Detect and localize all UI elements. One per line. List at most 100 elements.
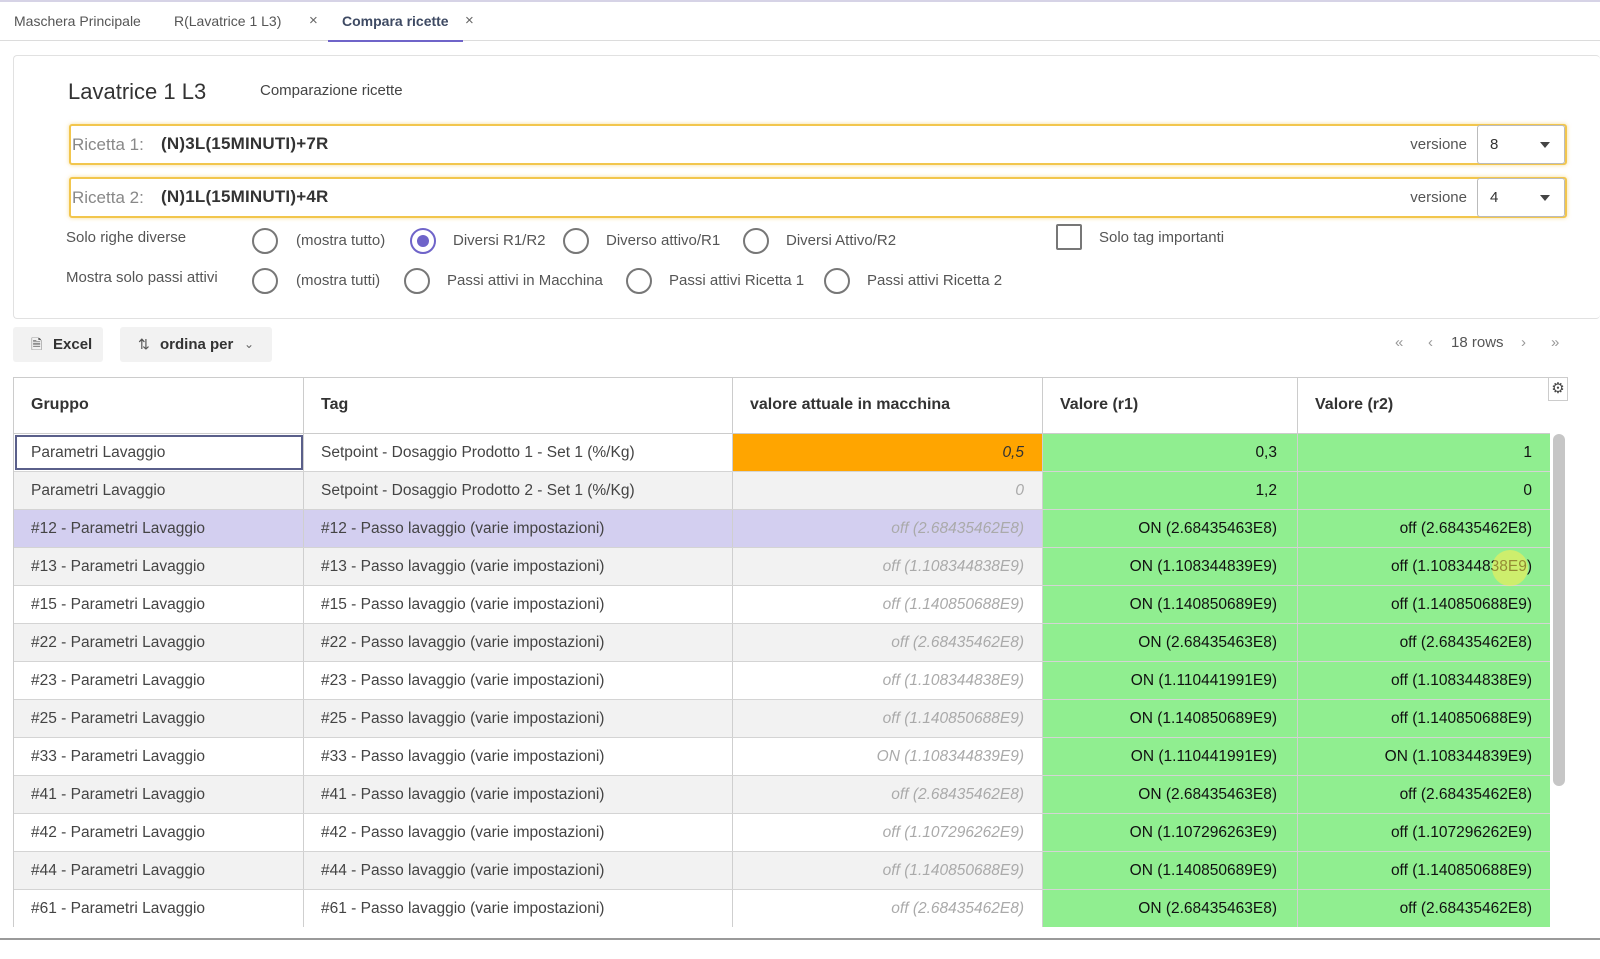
cell-r1-value[interactable]: 0,3 <box>1043 434 1298 471</box>
cell-current-value[interactable]: off (2.68435462E8) <box>733 510 1043 547</box>
cell-tag[interactable]: #25 - Passo lavaggio (varie impostazioni… <box>304 700 733 737</box>
table-row[interactable]: Parametri Lavaggio Setpoint - Dosaggio P… <box>14 434 1550 472</box>
cell-gruppo[interactable]: #42 - Parametri Lavaggio <box>14 814 304 851</box>
cell-current-value[interactable]: 0 <box>733 472 1043 509</box>
column-header-tag[interactable]: Tag <box>304 378 733 434</box>
table-row[interactable]: #23 - Parametri Lavaggio #23 - Passo lav… <box>14 662 1550 700</box>
cell-current-value[interactable]: off (1.107296262E9) <box>733 814 1043 851</box>
cell-r2-value[interactable]: off (2.68435462E8) <box>1298 776 1550 813</box>
cell-r1-value[interactable]: ON (1.107296263E9) <box>1043 814 1298 851</box>
cell-tag[interactable]: Setpoint - Dosaggio Prodotto 2 - Set 1 (… <box>304 472 733 509</box>
cell-r1-value[interactable]: ON (1.108344839E9) <box>1043 548 1298 585</box>
close-icon[interactable]: × <box>309 2 318 40</box>
cell-gruppo[interactable]: Parametri Lavaggio <box>14 472 304 509</box>
cell-current-value[interactable]: off (2.68435462E8) <box>733 890 1043 927</box>
cell-r1-value[interactable]: ON (1.140850689E9) <box>1043 852 1298 889</box>
cell-current-value[interactable]: off (2.68435462E8) <box>733 776 1043 813</box>
cell-r1-value[interactable]: ON (2.68435463E8) <box>1043 890 1298 927</box>
first-page-icon[interactable]: « <box>1395 334 1403 351</box>
cell-tag[interactable]: #33 - Passo lavaggio (varie impostazioni… <box>304 738 733 775</box>
cell-r2-value[interactable]: off (1.108344838E9) <box>1298 662 1550 699</box>
cell-tag[interactable]: #13 - Passo lavaggio (varie impostazioni… <box>304 548 733 585</box>
tab-recipe-lavatrice[interactable]: R(Lavatrice 1 L3) <box>174 2 281 41</box>
radio-passi-attivi-ricetta-1[interactable] <box>626 268 652 294</box>
table-row[interactable]: #44 - Parametri Lavaggio #44 - Passo lav… <box>14 852 1550 890</box>
recipe-2-version-select[interactable]: 4 <box>1477 178 1565 217</box>
table-row[interactable]: #61 - Parametri Lavaggio #61 - Passo lav… <box>14 890 1550 927</box>
cell-tag[interactable]: #44 - Passo lavaggio (varie impostazioni… <box>304 852 733 889</box>
recipe-2-field[interactable]: Ricetta 2: (N)1L(15MINUTI)+4R versione 4 <box>69 177 1567 218</box>
excel-button[interactable]: 🗎 Excel <box>13 327 103 362</box>
radio-diversi-r1-r2[interactable] <box>410 228 436 254</box>
cell-r1-value[interactable]: 1,2 <box>1043 472 1298 509</box>
cell-tag[interactable]: #12 - Passo lavaggio (varie impostazioni… <box>304 510 733 547</box>
table-row[interactable]: Parametri Lavaggio Setpoint - Dosaggio P… <box>14 472 1550 510</box>
cell-r2-value[interactable]: off (2.68435462E8) <box>1298 510 1550 547</box>
column-header-gruppo[interactable]: Gruppo <box>14 378 304 434</box>
radio-mostra-tutti[interactable] <box>252 268 278 294</box>
cell-current-value[interactable]: off (1.140850688E9) <box>733 852 1043 889</box>
column-header-r1[interactable]: Valore (r1) <box>1043 378 1298 434</box>
vertical-scrollbar[interactable] <box>1553 434 1565 786</box>
cell-current-value[interactable]: off (2.68435462E8) <box>733 624 1043 661</box>
cell-gruppo[interactable]: #44 - Parametri Lavaggio <box>14 852 304 889</box>
cell-r2-value[interactable]: off (1.140850688E9) <box>1298 586 1550 623</box>
cell-r2-value[interactable]: 0 <box>1298 472 1550 509</box>
important-tags-checkbox[interactable] <box>1056 224 1082 250</box>
cell-current-value[interactable]: off (1.140850688E9) <box>733 586 1043 623</box>
table-row[interactable]: #12 - Parametri Lavaggio #12 - Passo lav… <box>14 510 1550 548</box>
table-row[interactable]: #13 - Parametri Lavaggio #13 - Passo lav… <box>14 548 1550 586</box>
cell-gruppo[interactable]: #61 - Parametri Lavaggio <box>14 890 304 927</box>
recipe-1-field[interactable]: Ricetta 1: (N)3L(15MINUTI)+7R versione 8 <box>69 124 1567 165</box>
cell-tag[interactable]: #15 - Passo lavaggio (varie impostazioni… <box>304 586 733 623</box>
table-row[interactable]: #33 - Parametri Lavaggio #33 - Passo lav… <box>14 738 1550 776</box>
radio-passi-attivi-ricetta-2[interactable] <box>824 268 850 294</box>
cell-tag[interactable]: #22 - Passo lavaggio (varie impostazioni… <box>304 624 733 661</box>
column-header-current-value[interactable]: valore attuale in macchina <box>733 378 1043 434</box>
close-icon[interactable]: × <box>465 2 474 40</box>
tab-maschera-principale[interactable]: Maschera Principale <box>14 2 141 41</box>
cell-r2-value[interactable]: off (2.68435462E8) <box>1298 624 1550 661</box>
cell-gruppo[interactable]: #41 - Parametri Lavaggio <box>14 776 304 813</box>
cell-r2-value[interactable]: off (2.68435462E8) <box>1298 890 1550 927</box>
recipe-2-value[interactable]: (N)1L(15MINUTI)+4R <box>161 187 328 207</box>
cell-tag[interactable]: #42 - Passo lavaggio (varie impostazioni… <box>304 814 733 851</box>
radio-diverso-attivo-r1[interactable] <box>563 228 589 254</box>
cell-r1-value[interactable]: ON (2.68435463E8) <box>1043 776 1298 813</box>
gear-icon[interactable]: ⚙ <box>1548 377 1568 401</box>
cell-r1-value[interactable]: ON (2.68435463E8) <box>1043 624 1298 661</box>
cell-r2-value[interactable]: 1 <box>1298 434 1550 471</box>
cell-gruppo[interactable]: #23 - Parametri Lavaggio <box>14 662 304 699</box>
radio-passi-attivi-macchina[interactable] <box>404 268 430 294</box>
cell-r1-value[interactable]: ON (1.110441991E9) <box>1043 662 1298 699</box>
cell-r2-value[interactable]: off (1.107296262E9) <box>1298 814 1550 851</box>
cell-gruppo[interactable]: #22 - Parametri Lavaggio <box>14 624 304 661</box>
cell-current-value[interactable]: 0,5 <box>733 434 1043 471</box>
last-page-icon[interactable]: » <box>1551 334 1559 351</box>
cell-r1-value[interactable]: ON (1.110441991E9) <box>1043 738 1298 775</box>
cell-gruppo[interactable]: #25 - Parametri Lavaggio <box>14 700 304 737</box>
table-row[interactable]: #25 - Parametri Lavaggio #25 - Passo lav… <box>14 700 1550 738</box>
cell-tag[interactable]: #41 - Passo lavaggio (varie impostazioni… <box>304 776 733 813</box>
cell-tag[interactable]: Setpoint - Dosaggio Prodotto 1 - Set 1 (… <box>304 434 733 471</box>
radio-diversi-attivo-r2[interactable] <box>743 228 769 254</box>
cell-gruppo[interactable]: #15 - Parametri Lavaggio <box>14 586 304 623</box>
cell-current-value[interactable]: off (1.108344838E9) <box>733 548 1043 585</box>
cell-tag[interactable]: #61 - Passo lavaggio (varie impostazioni… <box>304 890 733 927</box>
column-header-r2[interactable]: Valore (r2) <box>1298 378 1550 434</box>
cell-gruppo[interactable]: #13 - Parametri Lavaggio <box>14 548 304 585</box>
next-page-icon[interactable]: › <box>1521 334 1526 351</box>
cell-r2-value[interactable]: ON (1.108344839E9) <box>1298 738 1550 775</box>
table-row[interactable]: #22 - Parametri Lavaggio #22 - Passo lav… <box>14 624 1550 662</box>
cell-current-value[interactable]: off (1.108344838E9) <box>733 662 1043 699</box>
sort-button[interactable]: ⇅ ordina per ⌄ <box>120 327 272 362</box>
table-row[interactable]: #42 - Parametri Lavaggio #42 - Passo lav… <box>14 814 1550 852</box>
cell-tag[interactable]: #23 - Passo lavaggio (varie impostazioni… <box>304 662 733 699</box>
cell-gruppo[interactable]: #12 - Parametri Lavaggio <box>14 510 304 547</box>
cell-r2-value[interactable]: off (1.140850688E9) <box>1298 852 1550 889</box>
recipe-1-value[interactable]: (N)3L(15MINUTI)+7R <box>161 134 328 154</box>
prev-page-icon[interactable]: ‹ <box>1428 334 1433 351</box>
table-row[interactable]: #15 - Parametri Lavaggio #15 - Passo lav… <box>14 586 1550 624</box>
cell-r1-value[interactable]: ON (1.140850689E9) <box>1043 586 1298 623</box>
cell-current-value[interactable]: ON (1.108344839E9) <box>733 738 1043 775</box>
